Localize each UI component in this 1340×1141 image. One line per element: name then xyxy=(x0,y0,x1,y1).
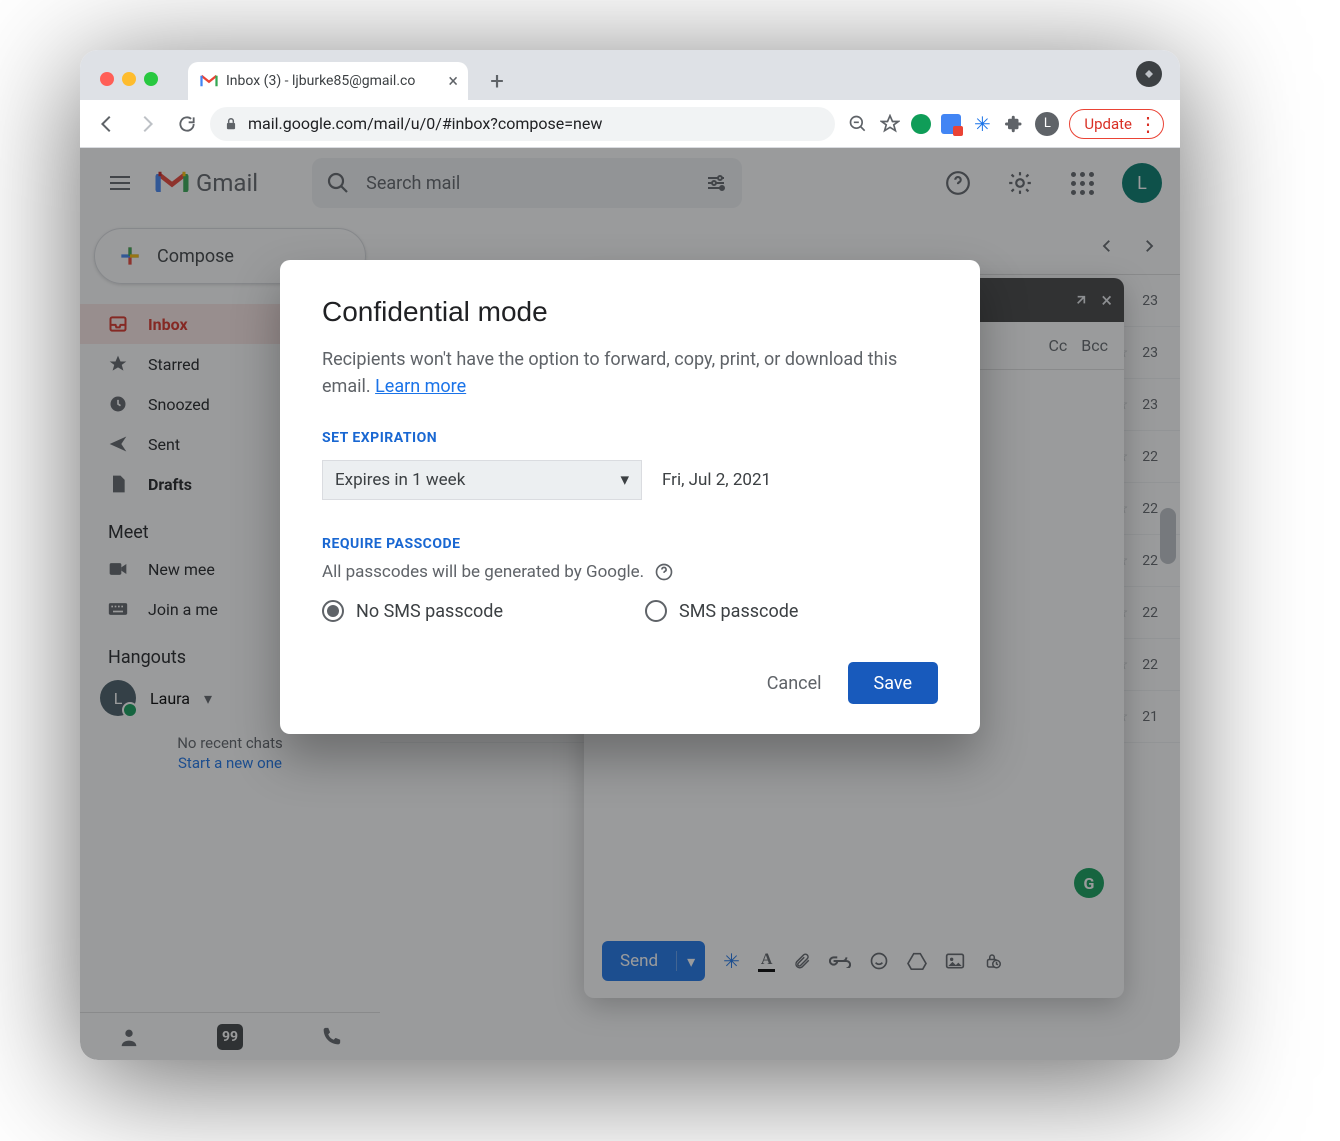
save-button[interactable]: Save xyxy=(848,662,939,704)
address-bar: mail.google.com/mail/u/0/#inbox?compose=… xyxy=(80,100,1180,148)
radio-selected-icon xyxy=(322,600,344,622)
browser-window: Inbox (3) - ljburke85@gmail.co × + mail.… xyxy=(80,50,1180,1060)
update-button[interactable]: Update ⋮ xyxy=(1069,109,1164,139)
grammarly-ext-icon[interactable] xyxy=(911,114,931,134)
reload-button[interactable] xyxy=(170,107,204,141)
translate-ext-icon[interactable] xyxy=(941,114,961,134)
extensions-icon[interactable] xyxy=(1003,113,1025,135)
new-tab-button[interactable]: + xyxy=(482,66,512,96)
radio-sms[interactable]: SMS passcode xyxy=(645,600,938,622)
expiration-date: Fri, Jul 2, 2021 xyxy=(662,470,771,490)
url-text: mail.google.com/mail/u/0/#inbox?compose=… xyxy=(248,114,602,133)
close-window-icon[interactable] xyxy=(100,72,114,86)
profile-avatar[interactable]: L xyxy=(1035,112,1059,136)
lock-icon xyxy=(224,116,238,132)
dialog-title: Confidential mode xyxy=(322,296,938,328)
dialog-description: Recipients won't have the option to forw… xyxy=(322,346,938,400)
passcode-description: All passcodes will be generated by Googl… xyxy=(322,562,938,582)
gmail-m-icon xyxy=(200,74,218,88)
incognito-icon[interactable] xyxy=(1136,61,1162,87)
learn-more-link[interactable]: Learn more xyxy=(375,376,466,397)
help-icon[interactable] xyxy=(654,562,674,582)
url-field[interactable]: mail.google.com/mail/u/0/#inbox?compose=… xyxy=(210,107,835,141)
zoom-icon[interactable] xyxy=(847,113,869,135)
forward-button[interactable] xyxy=(130,107,164,141)
radio-unselected-icon xyxy=(645,600,667,622)
radio-no-sms[interactable]: No SMS passcode xyxy=(322,600,615,622)
tab-bar: Inbox (3) - ljburke85@gmail.co × + xyxy=(80,50,1180,100)
browser-tab[interactable]: Inbox (3) - ljburke85@gmail.co × xyxy=(188,62,468,100)
cancel-button[interactable]: Cancel xyxy=(767,673,822,694)
minimize-window-icon[interactable] xyxy=(122,72,136,86)
modal-overlay: Confidential mode Recipients won't have … xyxy=(80,148,1180,1060)
loom-ext-icon[interactable]: ✳ xyxy=(971,113,993,135)
maximize-window-icon[interactable] xyxy=(144,72,158,86)
close-tab-icon[interactable]: × xyxy=(448,71,458,92)
bookmark-star-icon[interactable] xyxy=(879,113,901,135)
confidential-mode-dialog: Confidential mode Recipients won't have … xyxy=(280,260,980,734)
require-passcode-label: REQUIRE PASSCODE xyxy=(322,536,938,552)
set-expiration-label: SET EXPIRATION xyxy=(322,430,938,446)
tab-title: Inbox (3) - ljburke85@gmail.co xyxy=(226,73,415,89)
chevron-down-icon: ▾ xyxy=(620,470,629,490)
back-button[interactable] xyxy=(90,107,124,141)
expiration-dropdown[interactable]: Expires in 1 week ▾ xyxy=(322,460,642,500)
window-controls[interactable] xyxy=(100,72,158,86)
kebab-icon: ⋮ xyxy=(1138,120,1155,128)
update-label: Update xyxy=(1084,115,1132,133)
